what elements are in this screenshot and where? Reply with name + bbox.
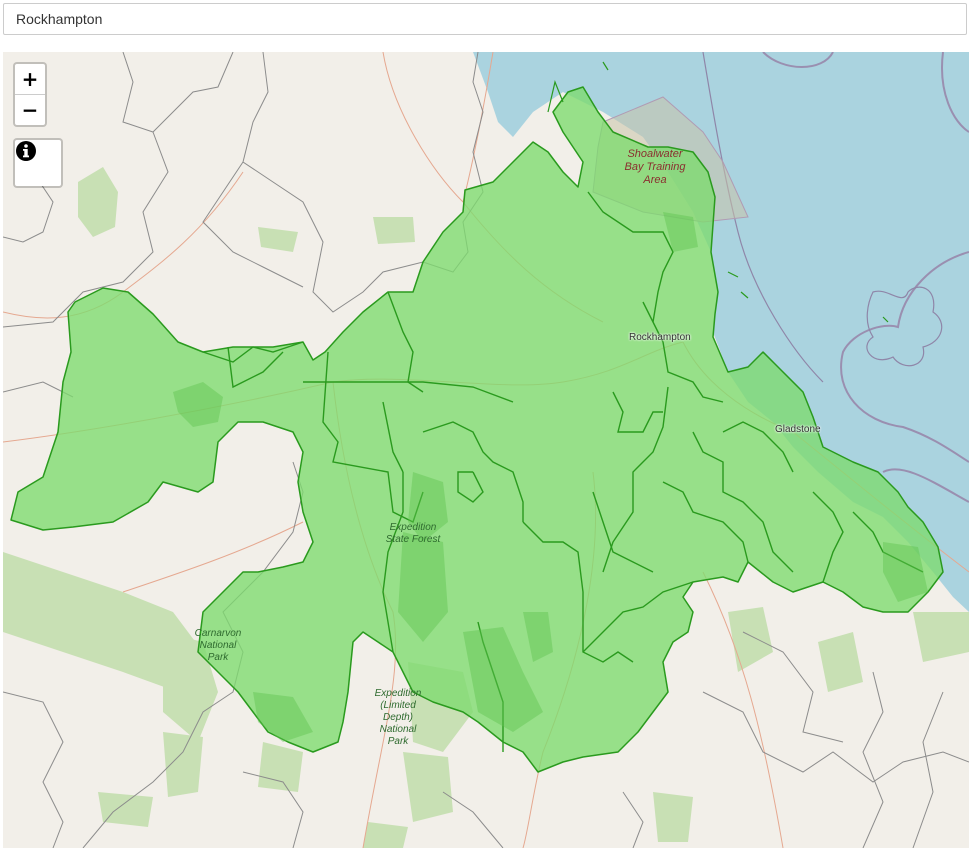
expedition-state-forest-label: Expedition State Forest [385, 522, 441, 545]
zoom-out-button[interactable]: − [15, 94, 45, 125]
map-canvas [3, 52, 969, 848]
info-button[interactable] [13, 138, 63, 188]
gladstone-label: Gladstone [775, 424, 821, 435]
map-view[interactable]: Shoalwater Bay Training Area Rockhampton… [3, 52, 969, 848]
info-circle-icon [16, 141, 36, 161]
zoom-in-button[interactable]: + [15, 64, 45, 94]
shoalwater-bay-label: Shoalwater Bay Training Area [624, 148, 686, 186]
carnarvon-national-park-label: Carnarvon National Park [194, 628, 242, 663]
rockhampton-label: Rockhampton [629, 332, 691, 343]
expedition-limited-depth-label: Expedition (Limited Depth) National Park [374, 688, 422, 747]
zoom-control: + − [13, 62, 47, 127]
search-input[interactable] [3, 3, 967, 35]
